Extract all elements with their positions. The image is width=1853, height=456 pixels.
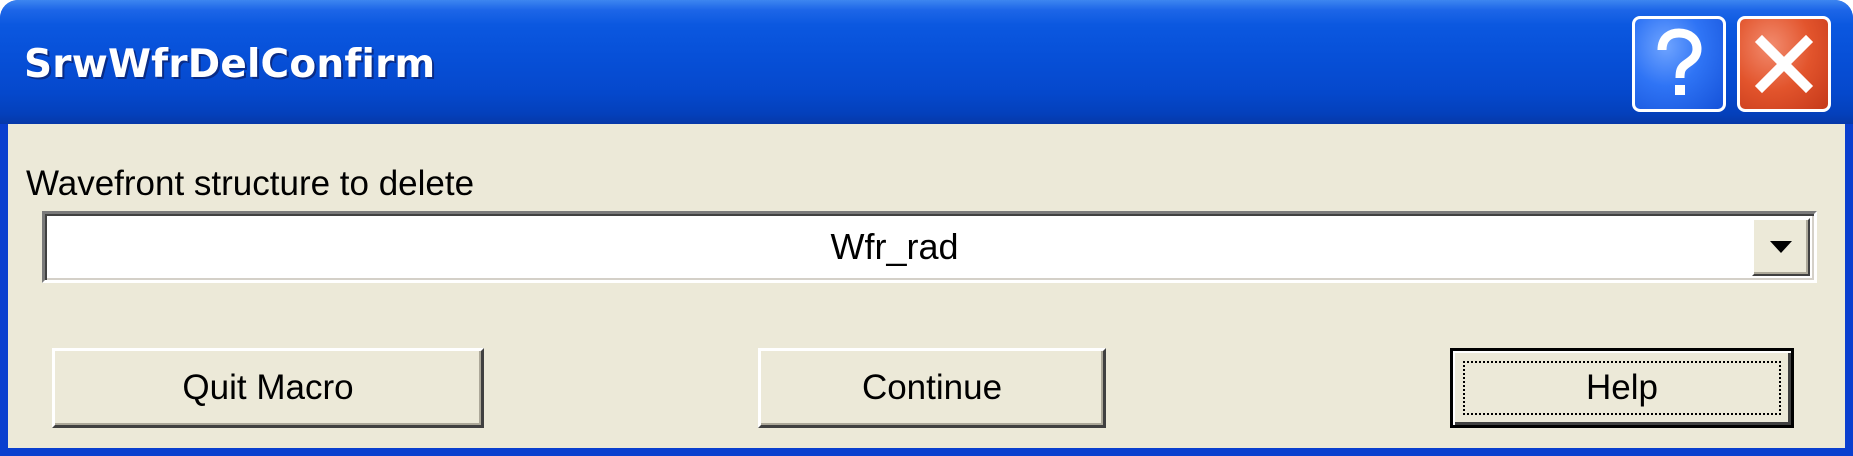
title-help-button[interactable]	[1632, 16, 1726, 112]
close-x-icon	[1754, 34, 1814, 94]
wavefront-select[interactable]: Wfr_rad	[42, 211, 1817, 283]
help-button[interactable]: Help	[1450, 348, 1794, 428]
question-mark-icon	[1657, 28, 1702, 95]
continue-button[interactable]: Continue	[758, 348, 1106, 428]
close-button[interactable]	[1737, 16, 1831, 112]
quit-macro-button[interactable]: Quit Macro	[52, 348, 484, 428]
wavefront-label: Wavefront structure to delete	[26, 164, 475, 203]
dialog-window: SrwWfrDelConfirm Wavefront structure to …	[0, 0, 1853, 456]
chevron-down-icon	[1770, 241, 1792, 253]
dialog-body: Wavefront structure to delete Wfr_rad Qu…	[8, 124, 1845, 448]
title-bar[interactable]: SrwWfrDelConfirm	[0, 0, 1853, 124]
wavefront-select-value: Wfr_rad	[830, 226, 959, 267]
window-title: SrwWfrDelConfirm	[24, 42, 436, 87]
help-button-label: Help	[1586, 368, 1658, 407]
dropdown-button[interactable]	[1752, 218, 1810, 276]
